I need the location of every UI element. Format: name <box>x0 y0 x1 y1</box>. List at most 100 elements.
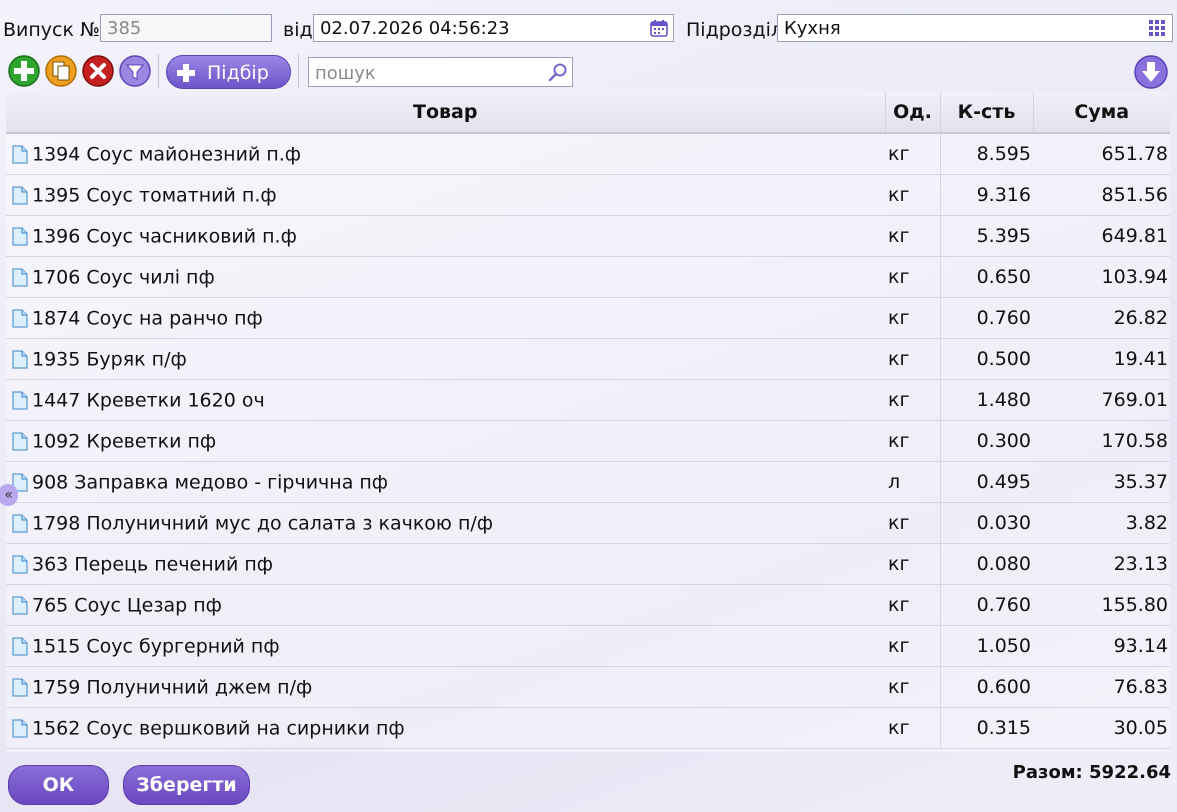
arrow-down-icon[interactable] <box>1134 55 1168 89</box>
qty-cell[interactable]: 0.030 <box>940 502 1033 544</box>
unit-cell[interactable]: кг <box>885 625 941 667</box>
collapse-panel-button[interactable]: « <box>0 484 18 506</box>
copy-button[interactable] <box>45 55 77 87</box>
unit-cell[interactable]: кг <box>885 297 941 339</box>
product-cell[interactable]: 1874 Соус на ранчо пф <box>6 297 885 339</box>
search-icon[interactable] <box>548 62 568 82</box>
table-row[interactable]: 1515 Соус бургерний пф кг 1.050 93.14 <box>6 625 1170 667</box>
product-cell[interactable]: 908 Заправка медово - гірчична пф <box>6 461 885 503</box>
table-row[interactable]: 908 Заправка медово - гірчична пф л 0.495 3… <box>6 461 1170 503</box>
qty-cell[interactable]: 0.315 <box>940 707 1033 749</box>
product-cell[interactable]: 1394 Соус майонезний п.ф <box>6 133 885 175</box>
table-row[interactable]: 1562 Соус вершковий на сирники пф кг 0.315… <box>6 707 1170 749</box>
unit-cell[interactable]: кг <box>885 420 941 462</box>
product-name: 765 Соус Цезар пф <box>32 594 222 617</box>
sum-cell[interactable]: 651.78 <box>1033 133 1170 175</box>
table-row[interactable]: 1874 Соус на ранчо пф кг 0.760 26.82 <box>6 297 1170 339</box>
product-name: 1935 Буряк п/ф <box>32 348 187 371</box>
qty-cell[interactable]: 0.600 <box>940 666 1033 708</box>
date-field[interactable]: 02.07.2026 04:56:23 <box>313 14 674 42</box>
sum-cell[interactable]: 76.83 <box>1033 666 1170 708</box>
unit-cell[interactable]: кг <box>885 666 941 708</box>
unit-cell[interactable]: кг <box>885 379 941 421</box>
column-header-unit[interactable]: Од. <box>885 92 941 134</box>
sum-cell[interactable]: 26.82 <box>1033 297 1170 339</box>
plus-icon <box>177 64 195 82</box>
product-cell[interactable]: 1562 Соус вершковий на сирники пф <box>6 707 885 749</box>
unit-cell[interactable]: кг <box>885 584 941 626</box>
qty-cell[interactable]: 0.300 <box>940 420 1033 462</box>
product-cell[interactable]: 765 Соус Цезар пф <box>6 584 885 626</box>
qty-cell[interactable]: 0.760 <box>940 584 1033 626</box>
qty-cell[interactable]: 0.080 <box>940 543 1033 585</box>
search-input[interactable] <box>309 58 541 88</box>
product-cell[interactable]: 363 Перець печений пф <box>6 543 885 585</box>
product-cell[interactable]: 1092 Креветки пф <box>6 420 885 462</box>
qty-cell[interactable]: 0.495 <box>940 461 1033 503</box>
table-row[interactable]: 1092 Креветки пф кг 0.300 170.58 <box>6 420 1170 462</box>
qty-cell[interactable]: 0.650 <box>940 256 1033 298</box>
qty-cell[interactable]: 1.050 <box>940 625 1033 667</box>
unit-cell[interactable]: кг <box>885 707 941 749</box>
product-cell[interactable]: 1395 Соус томатний п.ф <box>6 174 885 216</box>
calendar-icon[interactable] <box>650 19 668 37</box>
column-header-sum[interactable]: Сума <box>1033 92 1170 134</box>
unit-cell[interactable]: кг <box>885 502 941 544</box>
delete-button[interactable] <box>82 55 114 87</box>
qty-cell[interactable]: 5.395 <box>940 215 1033 257</box>
qty-cell[interactable]: 0.760 <box>940 297 1033 339</box>
product-cell[interactable]: 1935 Буряк п/ф <box>6 338 885 380</box>
column-header-qty[interactable]: К-сть <box>940 92 1034 134</box>
sum-cell[interactable]: 851.56 <box>1033 174 1170 216</box>
sum-cell[interactable]: 769.01 <box>1033 379 1170 421</box>
table-row[interactable]: 1396 Соус часниковий п.ф кг 5.395 649.81 <box>6 215 1170 257</box>
sum-cell[interactable]: 155.80 <box>1033 584 1170 626</box>
unit-cell[interactable]: кг <box>885 133 941 175</box>
table-row[interactable]: 1759 Полуничний джем п/ф кг 0.600 76.83 <box>6 666 1170 708</box>
department-field[interactable]: Кухня <box>777 14 1173 42</box>
table-row[interactable]: 1706 Соус чилі пф кг 0.650 103.94 <box>6 256 1170 298</box>
sum-cell[interactable]: 19.41 <box>1033 338 1170 380</box>
grid-select-icon[interactable] <box>1148 19 1166 37</box>
table-row[interactable]: 1447 Креветки 1620 оч кг 1.480 769.01 <box>6 379 1170 421</box>
unit-cell[interactable]: кг <box>885 256 941 298</box>
save-button[interactable]: Зберегти <box>123 765 250 805</box>
unit-cell[interactable]: л <box>885 461 941 503</box>
add-button[interactable] <box>8 55 40 87</box>
sum-cell[interactable]: 23.13 <box>1033 543 1170 585</box>
sum-cell[interactable]: 30.05 <box>1033 707 1170 749</box>
table-row[interactable]: 1935 Буряк п/ф кг 0.500 19.41 <box>6 338 1170 380</box>
product-cell[interactable]: 1447 Креветки 1620 оч <box>6 379 885 421</box>
unit-cell[interactable]: кг <box>885 215 941 257</box>
product-cell[interactable]: 1515 Соус бургерний пф <box>6 625 885 667</box>
product-cell[interactable]: 1396 Соус часниковий п.ф <box>6 215 885 257</box>
sum-cell[interactable]: 93.14 <box>1033 625 1170 667</box>
ok-button[interactable]: ОК <box>8 765 109 805</box>
search-box[interactable] <box>308 57 573 88</box>
sum-cell[interactable]: 35.37 <box>1033 461 1170 503</box>
pick-button[interactable]: Підбір <box>166 55 291 89</box>
unit-cell[interactable]: кг <box>885 174 941 216</box>
column-header-product[interactable]: Товар <box>6 92 886 134</box>
qty-cell[interactable]: 0.500 <box>940 338 1033 380</box>
qty-cell[interactable]: 1.480 <box>940 379 1033 421</box>
table-row[interactable]: 363 Перець печений пф кг 0.080 23.13 <box>6 543 1170 585</box>
unit-cell[interactable]: кг <box>885 543 941 585</box>
sum-cell[interactable]: 170.58 <box>1033 420 1170 462</box>
sum-cell[interactable]: 649.81 <box>1033 215 1170 257</box>
qty-cell[interactable]: 8.595 <box>940 133 1033 175</box>
qty-cell[interactable]: 9.316 <box>940 174 1033 216</box>
unit-cell[interactable]: кг <box>885 338 941 380</box>
filter-button[interactable] <box>119 55 151 87</box>
table-row[interactable]: 1394 Соус майонезний п.ф кг 8.595 651.78 <box>6 133 1170 175</box>
sum-cell[interactable]: 3.82 <box>1033 502 1170 544</box>
sum-cell[interactable]: 103.94 <box>1033 256 1170 298</box>
table-row[interactable]: 765 Соус Цезар пф кг 0.760 155.80 <box>6 584 1170 626</box>
product-cell[interactable]: 1798 Полуничний мус до салата з качкою п… <box>6 502 885 544</box>
issue-number-field[interactable]: 385 <box>100 14 272 42</box>
document-icon <box>12 514 28 533</box>
table-row[interactable]: 1798 Полуничний мус до салата з качкою п… <box>6 502 1170 544</box>
product-cell[interactable]: 1759 Полуничний джем п/ф <box>6 666 885 708</box>
table-row[interactable]: 1395 Соус томатний п.ф кг 9.316 851.56 <box>6 174 1170 216</box>
product-cell[interactable]: 1706 Соус чилі пф <box>6 256 885 298</box>
